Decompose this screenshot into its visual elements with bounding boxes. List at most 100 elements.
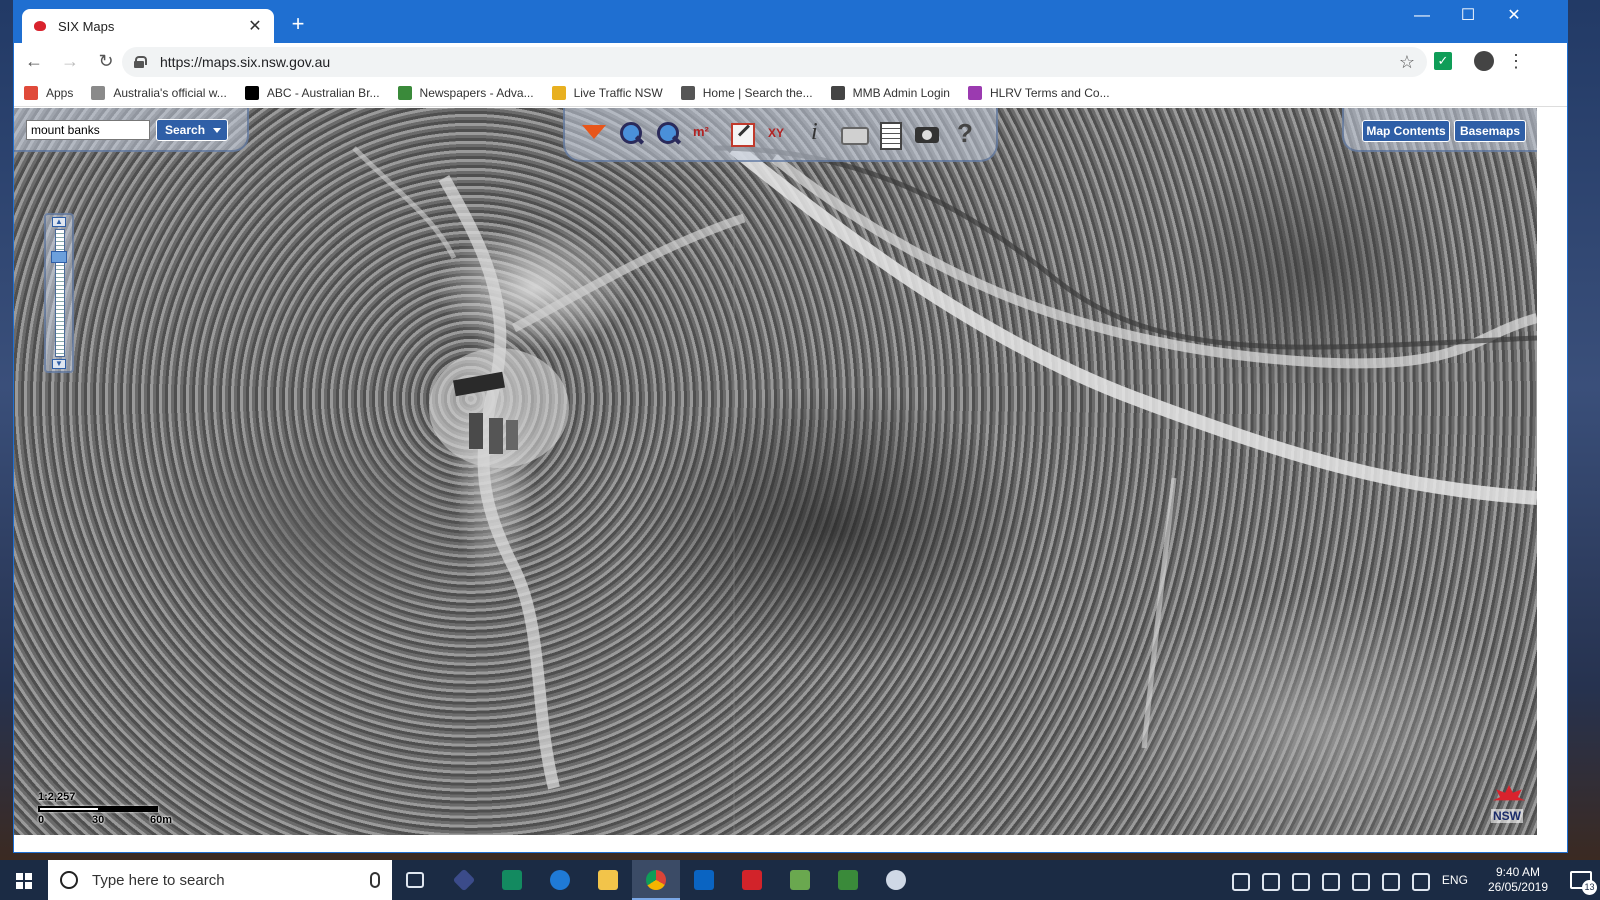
bookmark-item[interactable]: Apps xyxy=(24,85,74,100)
tab-close-icon[interactable]: ✕ xyxy=(246,16,264,36)
address-bar[interactable]: https://maps.six.nsw.gov.au ☆ xyxy=(122,47,1427,77)
new-tab-button[interactable]: + xyxy=(286,13,310,37)
dropbox-icon[interactable] xyxy=(1407,860,1431,900)
zoom-in-icon[interactable] xyxy=(616,119,646,149)
bookmark-favicon-icon xyxy=(244,85,259,100)
extension-check-icon[interactable]: ✓ xyxy=(1434,52,1452,70)
bookmark-item[interactable]: Australia's official w... xyxy=(91,85,227,100)
task-view-icon[interactable] xyxy=(392,860,440,900)
minimize-button[interactable]: — xyxy=(1399,1,1445,33)
table-icon[interactable] xyxy=(875,119,905,150)
bookmark-label: ABC - Australian Br... xyxy=(266,85,380,100)
spreadsheet-app-icon[interactable] xyxy=(776,860,824,900)
app-diamond-icon[interactable] xyxy=(440,860,488,900)
scale-bar-graphic xyxy=(38,806,158,812)
file-explorer-icon[interactable] xyxy=(584,860,632,900)
browser-titlebar: SIX Maps ✕ + — ☐ ✕ xyxy=(14,1,1567,43)
chevron-down-icon[interactable] xyxy=(213,128,221,133)
windows-start-icon[interactable] xyxy=(0,860,48,900)
zoom-down-arrow-icon[interactable]: ▼ xyxy=(52,359,66,369)
back-arrow-icon[interactable]: ← xyxy=(18,45,50,77)
close-window-button[interactable]: ✕ xyxy=(1491,1,1537,33)
forward-arrow-icon[interactable]: → xyxy=(54,45,86,77)
draw-icon[interactable] xyxy=(727,119,757,149)
map-layers-panel: Map Contents Basemaps xyxy=(1342,108,1537,152)
bookmark-item[interactable]: ABC - Australian Br... xyxy=(244,85,380,100)
bookmark-item[interactable]: MMB Admin Login xyxy=(830,85,950,100)
zoom-slider[interactable]: ▲ ▼ xyxy=(44,213,74,373)
zoom-out-icon[interactable] xyxy=(653,119,683,149)
zoom-up-arrow-icon[interactable]: ▲ xyxy=(52,217,66,227)
notification-count-badge: 13 xyxy=(1582,880,1597,895)
help-icon[interactable] xyxy=(949,118,979,149)
newspapers-app-icon[interactable] xyxy=(824,860,872,900)
notification-center-icon[interactable]: 13 xyxy=(1560,860,1600,900)
bookmark-favicon-icon xyxy=(397,85,412,100)
zoom-slider-thumb[interactable] xyxy=(51,251,67,263)
camera-icon[interactable] xyxy=(912,119,942,149)
scale-tick: 0 xyxy=(38,814,45,826)
cortana-icon xyxy=(60,871,78,889)
reload-icon[interactable]: ↻ xyxy=(90,45,122,77)
map-contents-button[interactable]: Map Contents xyxy=(1362,120,1450,142)
bookmark-favicon-icon xyxy=(24,85,38,100)
coordinates-icon[interactable] xyxy=(764,119,794,149)
publisher-icon[interactable] xyxy=(488,860,536,900)
search-panel: mount banks Search xyxy=(14,108,249,152)
bookmark-item[interactable]: Home | Search the... xyxy=(680,85,813,100)
nsw-logo: NSW xyxy=(1489,785,1529,829)
basemaps-button[interactable]: Basemaps xyxy=(1454,120,1526,142)
bookmark-favicon-icon xyxy=(551,85,566,100)
volume-icon[interactable] xyxy=(1377,860,1401,900)
bookmark-item[interactable]: Live Traffic NSW xyxy=(551,85,663,100)
microphone-icon[interactable] xyxy=(370,872,380,888)
url-text[interactable]: https://maps.six.nsw.gov.au xyxy=(160,54,1399,70)
clock-date: 26/05/2019 xyxy=(1487,880,1548,894)
browser-window: SIX Maps ✕ + — ☐ ✕ ← → ↻ https://maps.si… xyxy=(13,0,1568,853)
bookmark-label: MMB Admin Login xyxy=(852,85,950,100)
bookmark-favicon-icon xyxy=(91,85,106,100)
bookmarks-bar: Apps Australia's official w... ABC - Austr… xyxy=(14,79,1567,107)
profile-avatar-icon[interactable] xyxy=(1474,51,1494,71)
measure-icon[interactable] xyxy=(690,119,720,149)
bookmark-favicon-icon xyxy=(830,85,845,100)
chrome-icon[interactable] xyxy=(632,860,680,900)
taskbar-search-box[interactable]: Type here to search xyxy=(48,860,392,900)
bookmark-label: Home | Search the... xyxy=(702,85,813,100)
nsw-shield-icon[interactable] xyxy=(579,119,609,149)
bookmark-label: Newspapers - Adva... xyxy=(419,85,534,100)
edge-browser-icon[interactable] xyxy=(536,860,584,900)
info-icon[interactable] xyxy=(801,119,831,149)
bookmark-item[interactable]: HLRV Terms and Co... xyxy=(967,85,1110,100)
bookmark-label: Apps xyxy=(46,85,74,100)
bookmark-star-icon[interactable]: ☆ xyxy=(1399,52,1415,73)
help-tray-icon[interactable] xyxy=(1227,860,1251,900)
search-button-label: Search xyxy=(165,123,206,137)
chevron-up-icon[interactable] xyxy=(1287,860,1311,900)
zoom-track[interactable] xyxy=(55,229,65,357)
taskbar-search-placeholder: Type here to search xyxy=(92,871,225,889)
acrobat-icon[interactable] xyxy=(728,860,776,900)
nsw-logo-text: NSW xyxy=(1491,809,1523,823)
browser-menu-icon[interactable]: ⋮ xyxy=(1506,49,1526,73)
search-button[interactable]: Search xyxy=(156,119,228,141)
scale-tick: 30 xyxy=(92,814,105,826)
maximize-button[interactable]: ☐ xyxy=(1445,1,1491,33)
bookmark-label: HLRV Terms and Co... xyxy=(989,85,1110,100)
scale-ratio: 1:2,257 xyxy=(38,791,76,803)
language-indicator[interactable]: ENG xyxy=(1442,873,1468,887)
battery-icon[interactable] xyxy=(1317,860,1341,900)
aerial-map-view[interactable]: mount banks Search Map Contents Basemaps xyxy=(14,108,1537,835)
weather-app-icon[interactable] xyxy=(872,860,920,900)
outlook-icon[interactable] xyxy=(680,860,728,900)
scale-tick: 60m xyxy=(150,814,173,826)
tab-six-maps[interactable]: SIX Maps ✕ xyxy=(22,9,274,43)
print-icon[interactable] xyxy=(838,119,869,149)
clock[interactable]: 9:40 AM 26/05/2019 xyxy=(1488,865,1548,895)
people-icon[interactable] xyxy=(1257,860,1281,900)
search-input[interactable]: mount banks xyxy=(26,120,150,140)
waratah-icon xyxy=(1493,785,1525,801)
map-tools-panel xyxy=(563,108,998,162)
wifi-icon[interactable] xyxy=(1347,860,1371,900)
bookmark-item[interactable]: Newspapers - Adva... xyxy=(397,85,534,100)
